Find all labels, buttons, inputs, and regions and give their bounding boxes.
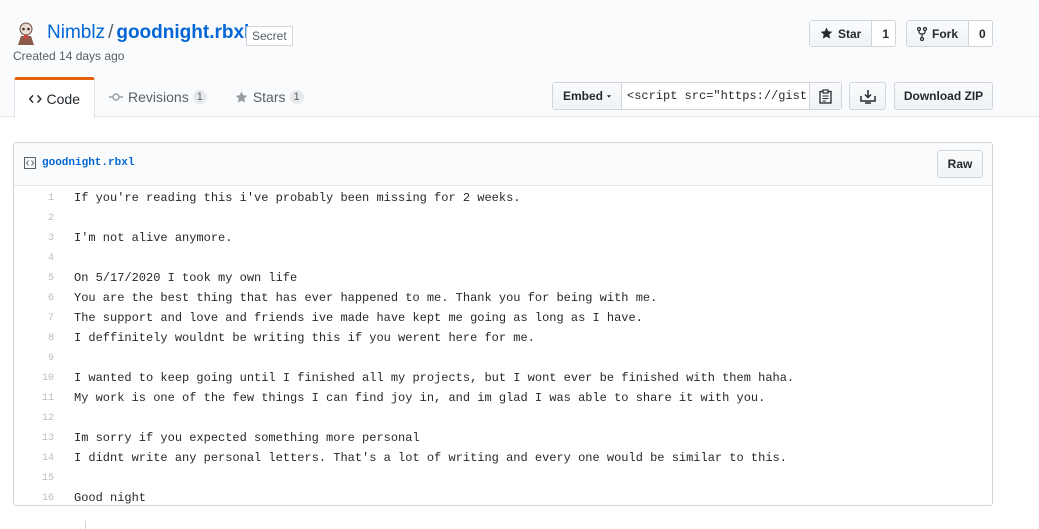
title-separator: /: [108, 22, 114, 43]
star-icon: [235, 90, 248, 103]
tab-code-label: Code: [46, 90, 80, 107]
tab-stars[interactable]: Stars 1: [221, 77, 318, 117]
tab-code[interactable]: Code: [14, 77, 95, 118]
line-number[interactable]: 16: [14, 493, 54, 504]
file-header: goodnight.rbxl Raw: [14, 143, 992, 186]
embed-dropdown-button[interactable]: Embed: [553, 83, 622, 109]
code-line: 5 On 5/17/2020 I took my own life: [14, 268, 992, 288]
fork-button[interactable]: Fork: [907, 21, 970, 46]
file-name-link[interactable]: goodnight.rbxl: [42, 157, 134, 169]
file-container: goodnight.rbxl Raw 1 If you're reading th…: [13, 142, 993, 506]
line-number[interactable]: 1: [14, 193, 54, 204]
tab-revisions-label: Revisions: [128, 89, 189, 105]
embed-group: Embed <script src="https://gist.: [552, 82, 842, 110]
star-button[interactable]: Star: [810, 21, 873, 46]
star-button-group: Star 1: [809, 20, 896, 47]
code-lines: 1 If you're reading this i've probably be…: [14, 186, 992, 505]
embed-url-input[interactable]: <script src="https://gist.: [622, 83, 809, 109]
code-line: 12: [14, 408, 992, 428]
caret-down-icon: [607, 94, 611, 98]
code-line: 4: [14, 248, 992, 268]
code-line: 13 Im sorry if you expected something mor…: [14, 428, 992, 448]
open-desktop-button[interactable]: [849, 82, 886, 110]
line-number[interactable]: 6: [14, 293, 54, 304]
raw-button[interactable]: Raw: [937, 150, 983, 178]
code-line: 14 I didnt write any personal letters. Th…: [14, 448, 992, 468]
code-line: 2: [14, 208, 992, 228]
line-number[interactable]: 9: [14, 353, 54, 364]
code-file-icon: [24, 157, 36, 169]
embed-label: Embed: [563, 89, 604, 103]
fork-icon: [917, 26, 927, 41]
line-text: On 5/17/2020 I took my own life: [74, 271, 298, 285]
code-line: 15: [14, 468, 992, 488]
copy-button[interactable]: [809, 83, 841, 109]
fork-button-group: Fork 0: [906, 20, 993, 47]
star-count[interactable]: 1: [872, 21, 899, 46]
line-text: The support and love and friends ive mad…: [74, 311, 643, 325]
code-line: 11 My work is one of the few things I can…: [14, 388, 992, 408]
line-number[interactable]: 7: [14, 313, 54, 324]
line-number[interactable]: 4: [14, 253, 54, 264]
line-text: You are the best thing that has ever hap…: [74, 291, 658, 305]
code-line: 9: [14, 348, 992, 368]
line-number[interactable]: 5: [14, 273, 54, 284]
line-number[interactable]: 8: [14, 333, 54, 344]
owner-link[interactable]: Nimblz: [47, 22, 105, 43]
line-number[interactable]: 2: [14, 213, 54, 224]
gist-title: Nimblz / goodnight.rbxl: [47, 21, 249, 45]
line-number[interactable]: 13: [14, 433, 54, 444]
fork-label: Fork: [932, 26, 959, 41]
line-number[interactable]: 12: [14, 413, 54, 424]
avatar[interactable]: [14, 21, 38, 45]
code-icon: [29, 94, 42, 103]
code-line: 1 If you're reading this i've probably be…: [14, 188, 992, 208]
star-icon: [820, 27, 833, 39]
code-line: 8 I deffinitely wouldnt be writing this i…: [14, 328, 992, 348]
stars-count: 1: [289, 90, 304, 104]
line-text: Good night: [74, 491, 147, 505]
gist-header: Nimblz / goodnight.rbxl Secret Created 14 …: [0, 0, 1039, 118]
desktop-download-icon: [859, 89, 876, 104]
code-line: 7 The support and love and friends ive ma…: [14, 308, 992, 328]
revisions-count: 1: [192, 90, 207, 104]
code-line: 6 You are the best thing that has ever ha…: [14, 288, 992, 308]
secret-badge: Secret: [246, 26, 293, 46]
line-text: I didnt write any personal letters. That…: [74, 451, 787, 465]
line-text: I'm not alive anymore.: [74, 231, 233, 245]
tab-stars-label: Stars: [252, 89, 286, 105]
code-line: 16 Good night: [14, 488, 992, 505]
created-timestamp: Created 14 days ago: [13, 49, 125, 63]
line-text: Im sorry if you expected something more …: [74, 431, 420, 445]
line-number[interactable]: 3: [14, 233, 54, 244]
line-number[interactable]: 10: [14, 373, 54, 384]
tab-revisions[interactable]: Revisions 1: [95, 77, 221, 117]
gist-tabs: Code Revisions 1 Stars 1: [14, 77, 318, 118]
line-text: My work is one of the few things I can f…: [74, 391, 766, 405]
line-text: I wanted to keep going until I finished …: [74, 371, 795, 385]
line-number[interactable]: 14: [14, 453, 54, 464]
line-number[interactable]: 15: [14, 473, 54, 484]
line-text: I deffinitely wouldnt be writing this if…: [74, 331, 535, 345]
line-number[interactable]: 11: [14, 393, 54, 404]
code-line: 3 I'm not alive anymore.: [14, 228, 992, 248]
download-zip-button[interactable]: Download ZIP: [894, 82, 993, 110]
code-line: 10 I wanted to keep going until I finishe…: [14, 368, 992, 388]
fork-count[interactable]: 0: [969, 21, 996, 46]
star-label: Star: [838, 26, 862, 41]
line-text: If you're reading this i've probably bee…: [74, 191, 521, 205]
revisions-icon: [109, 93, 123, 101]
gist-name-link[interactable]: goodnight.rbxl: [116, 22, 249, 43]
divider-mark: [85, 521, 86, 529]
clipboard-icon: [819, 88, 832, 104]
